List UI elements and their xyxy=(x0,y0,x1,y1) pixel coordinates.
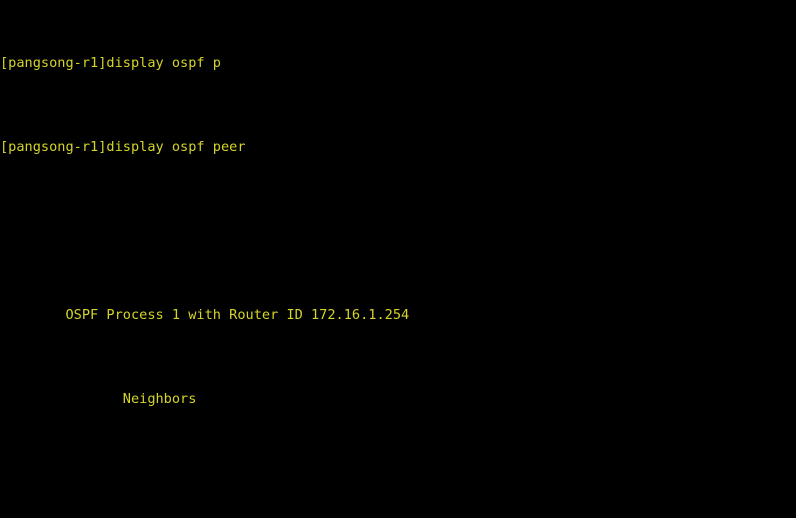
command-line: [pangsong-r1]display ospf peer xyxy=(0,139,246,155)
terminal-window[interactable]: [pangsong-r1]display ospf p [pangsong-r1… xyxy=(0,0,796,518)
terminal-output[interactable]: [pangsong-r1]display ospf p [pangsong-r1… xyxy=(0,0,796,518)
prompt-line-scrolled-partial: [pangsong-r1]display ospf p xyxy=(0,55,221,71)
neighbors-heading-1: Neighbors xyxy=(0,391,197,407)
ospf-process-header: OSPF Process 1 with Router ID 172.16.1.2… xyxy=(0,307,410,323)
